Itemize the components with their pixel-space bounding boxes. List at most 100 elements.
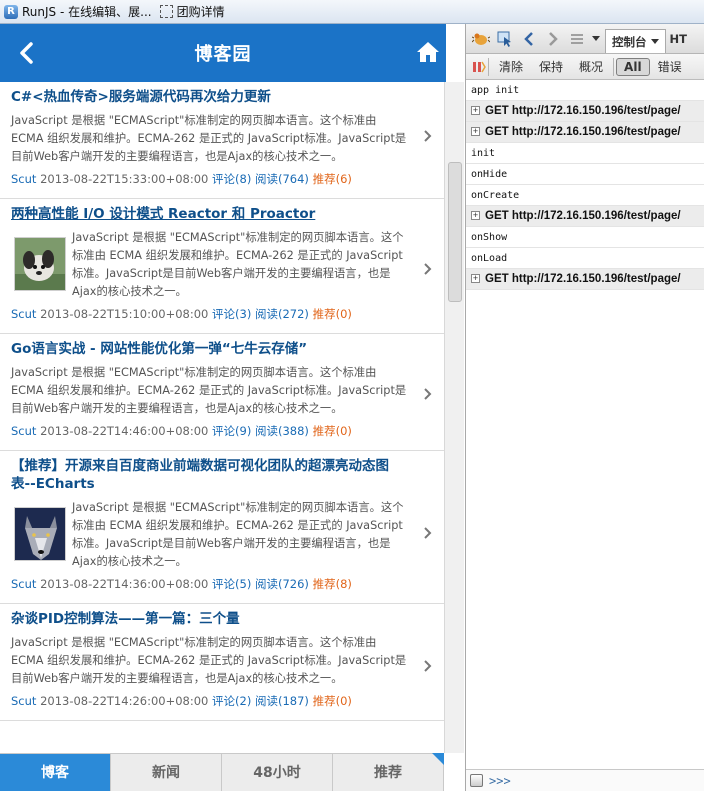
post-title[interactable]: Go语言实战 - 网站性能优化第一弹“七牛云存储” (11, 340, 408, 358)
post-author[interactable]: Scut (11, 577, 36, 591)
nav-tab-recommend[interactable]: 推荐 (333, 754, 444, 791)
devtools-toolbar: 控制台 HT (466, 24, 704, 54)
network-request-label: GET http://172.16.150.196/test/page/ (485, 273, 681, 285)
log-entry: onLoad (466, 248, 704, 269)
post-author[interactable]: Scut (11, 694, 36, 708)
chevron-down-icon (650, 38, 659, 44)
inspect-element-icon[interactable] (495, 29, 515, 49)
network-log-entry[interactable]: + GET http://172.16.150.196/test/page/ (466, 206, 704, 227)
command-editor-icon[interactable] (470, 774, 483, 787)
tab-console[interactable]: 控制台 (605, 29, 666, 53)
wolf-photo-icon (15, 508, 65, 560)
profile-button[interactable]: 概况 (571, 58, 611, 75)
post-comments: 评论(2) (212, 694, 252, 708)
toolbar-divider (613, 57, 615, 76)
forward-arrow-icon[interactable] (543, 29, 563, 49)
post-recommend: 推荐(0) (312, 694, 352, 708)
post-time: 2013-08-22T15:10:00+08:00 (40, 307, 209, 321)
post-comments: 评论(5) (212, 577, 252, 591)
nav-tab-48hours[interactable]: 48小时 (222, 754, 333, 791)
browser-tab-label: 团购详情 (176, 5, 225, 19)
post-title[interactable]: C#<热血传奇>服务端源代码再次给力更新 (11, 88, 408, 106)
post-comments: 评论(3) (212, 307, 252, 321)
post-title[interactable]: 【推荐】开源来自百度商业前端数据可视化团队的超漂亮动态图表--ECharts (11, 457, 408, 493)
post-time: 2013-08-22T14:26:00+08:00 (40, 694, 209, 708)
post-list: C#<热血传奇>服务端源代码再次给力更新 JavaScript 是根据 "ECM… (0, 82, 444, 754)
post-meta: Scut 2013-08-22T15:33:00+08:00 评论(8) 阅读(… (11, 171, 408, 198)
post-item[interactable]: 杂谈PID控制算法——第一篇：三个量 JavaScript 是根据 "ECMAS… (0, 604, 444, 721)
app-header: 博客园 (0, 24, 446, 82)
filter-all-button[interactable]: All (616, 57, 650, 76)
post-recommend: 推荐(8) (312, 577, 352, 591)
browser-tab-groupbuy[interactable]: 团购详情 (156, 0, 229, 24)
back-arrow-icon[interactable] (16, 41, 38, 65)
post-reads: 阅读(187) (254, 694, 309, 708)
log-entry: onHide (466, 164, 704, 185)
dropdown-arrow-icon[interactable] (591, 29, 601, 49)
chevron-right-icon (424, 130, 432, 142)
post-author[interactable]: Scut (11, 424, 36, 438)
post-body: JavaScript 是根据 "ECMAScript"标准制定的网页脚本语言。这… (11, 499, 408, 571)
network-request-label: GET http://172.16.150.196/test/page/ (485, 105, 681, 117)
nav-tab-news[interactable]: 新闻 (111, 754, 222, 791)
post-item[interactable]: 两种高性能 I/O 设计模式 Reactor 和 Proactor JavaSc… (0, 199, 444, 334)
command-line[interactable]: >>> (466, 769, 704, 791)
post-comments: 评论(8) (212, 172, 252, 186)
network-log-entry[interactable]: + GET http://172.16.150.196/test/page/ (466, 269, 704, 290)
list-menu-icon[interactable] (567, 29, 587, 49)
post-summary: JavaScript 是根据 "ECMAScript"标准制定的网页脚本语言。这… (11, 636, 407, 685)
runjs-favicon-icon: R (4, 4, 18, 19)
post-body: JavaScript 是根据 "ECMAScript"标准制定的网页脚本语言。这… (11, 634, 408, 688)
pause-break-icon[interactable] (472, 60, 486, 74)
scrollbar-thumb[interactable] (448, 162, 462, 302)
post-thumbnail (14, 507, 66, 561)
post-time: 2013-08-22T15:33:00+08:00 (40, 172, 209, 186)
network-request-label: GET http://172.16.150.196/test/page/ (485, 126, 681, 138)
post-author[interactable]: Scut (11, 307, 36, 321)
expand-icon[interactable]: + (471, 274, 480, 284)
nav-tab-blog[interactable]: 博客 (0, 754, 111, 791)
network-log-entry[interactable]: + GET http://172.16.150.196/test/page/ (466, 101, 704, 122)
post-thumbnail (14, 237, 66, 291)
post-title[interactable]: 杂谈PID控制算法——第一篇：三个量 (11, 610, 408, 628)
back-arrow-icon[interactable] (519, 29, 539, 49)
post-time: 2013-08-22T14:46:00+08:00 (40, 424, 209, 438)
post-body: JavaScript 是根据 "ECMAScript"标准制定的网页脚本语言。这… (11, 229, 408, 301)
post-title[interactable]: 两种高性能 I/O 设计模式 Reactor 和 Proactor (11, 205, 408, 223)
page-title: 博客园 (194, 44, 252, 65)
post-item[interactable]: 【推荐】开源来自百度商业前端数据可视化团队的超漂亮动态图表--ECharts J… (0, 451, 444, 604)
network-log-entry[interactable]: + GET http://172.16.150.196/test/page/ (466, 122, 704, 143)
post-body: JavaScript 是根据 "ECMAScript"标准制定的网页脚本语言。这… (11, 364, 408, 418)
post-recommend: 推荐(6) (312, 172, 352, 186)
post-recommend: 推荐(0) (312, 307, 352, 321)
home-icon[interactable] (416, 40, 440, 64)
clear-button[interactable]: 清除 (491, 58, 531, 75)
puppy-photo-icon (15, 238, 65, 290)
devtools-panel: 控制台 HT 清除 保持 概况 All 错误 app init + GET htt… (465, 24, 704, 791)
toolbar-divider (488, 57, 489, 76)
chevron-right-icon (424, 263, 432, 275)
firebug-bug-icon[interactable] (471, 29, 491, 49)
network-request-label: GET http://172.16.150.196/test/page/ (485, 210, 681, 222)
post-item[interactable]: Go语言实战 - 网站性能优化第一弹“七牛云存储” JavaScript 是根据… (0, 334, 444, 451)
bottom-navigation: 博客 新闻 48小时 推荐 (0, 753, 444, 791)
post-author[interactable]: Scut (11, 172, 36, 186)
persist-button[interactable]: 保持 (531, 58, 571, 75)
log-entry: onShow (466, 227, 704, 248)
preview-scrollbar[interactable] (444, 82, 464, 753)
expand-icon[interactable]: + (471, 106, 480, 116)
post-item[interactable]: C#<热血传奇>服务端源代码再次给力更新 JavaScript 是根据 "ECM… (0, 82, 444, 199)
log-entry: onCreate (466, 185, 704, 206)
console-subtoolbar: 清除 保持 概况 All 错误 (466, 54, 704, 80)
expand-icon[interactable]: + (471, 127, 480, 137)
chevron-right-icon (424, 527, 432, 539)
command-prompt: >>> (489, 773, 511, 788)
tab-html[interactable]: HT (670, 32, 687, 46)
filter-errors-button[interactable]: 错误 (650, 58, 690, 75)
browser-tab-runjs[interactable]: R RunJS - 在线编辑、展... (0, 0, 156, 24)
mobile-app-preview: 博客园 C#<热血传奇>服务端源代码再次给力更新 JavaScript 是根据 … (0, 24, 446, 791)
post-comments: 评论(9) (212, 424, 252, 438)
post-reads: 阅读(272) (254, 307, 309, 321)
browser-tab-label: RunJS - 在线编辑、展... (22, 5, 152, 19)
expand-icon[interactable]: + (471, 211, 480, 221)
